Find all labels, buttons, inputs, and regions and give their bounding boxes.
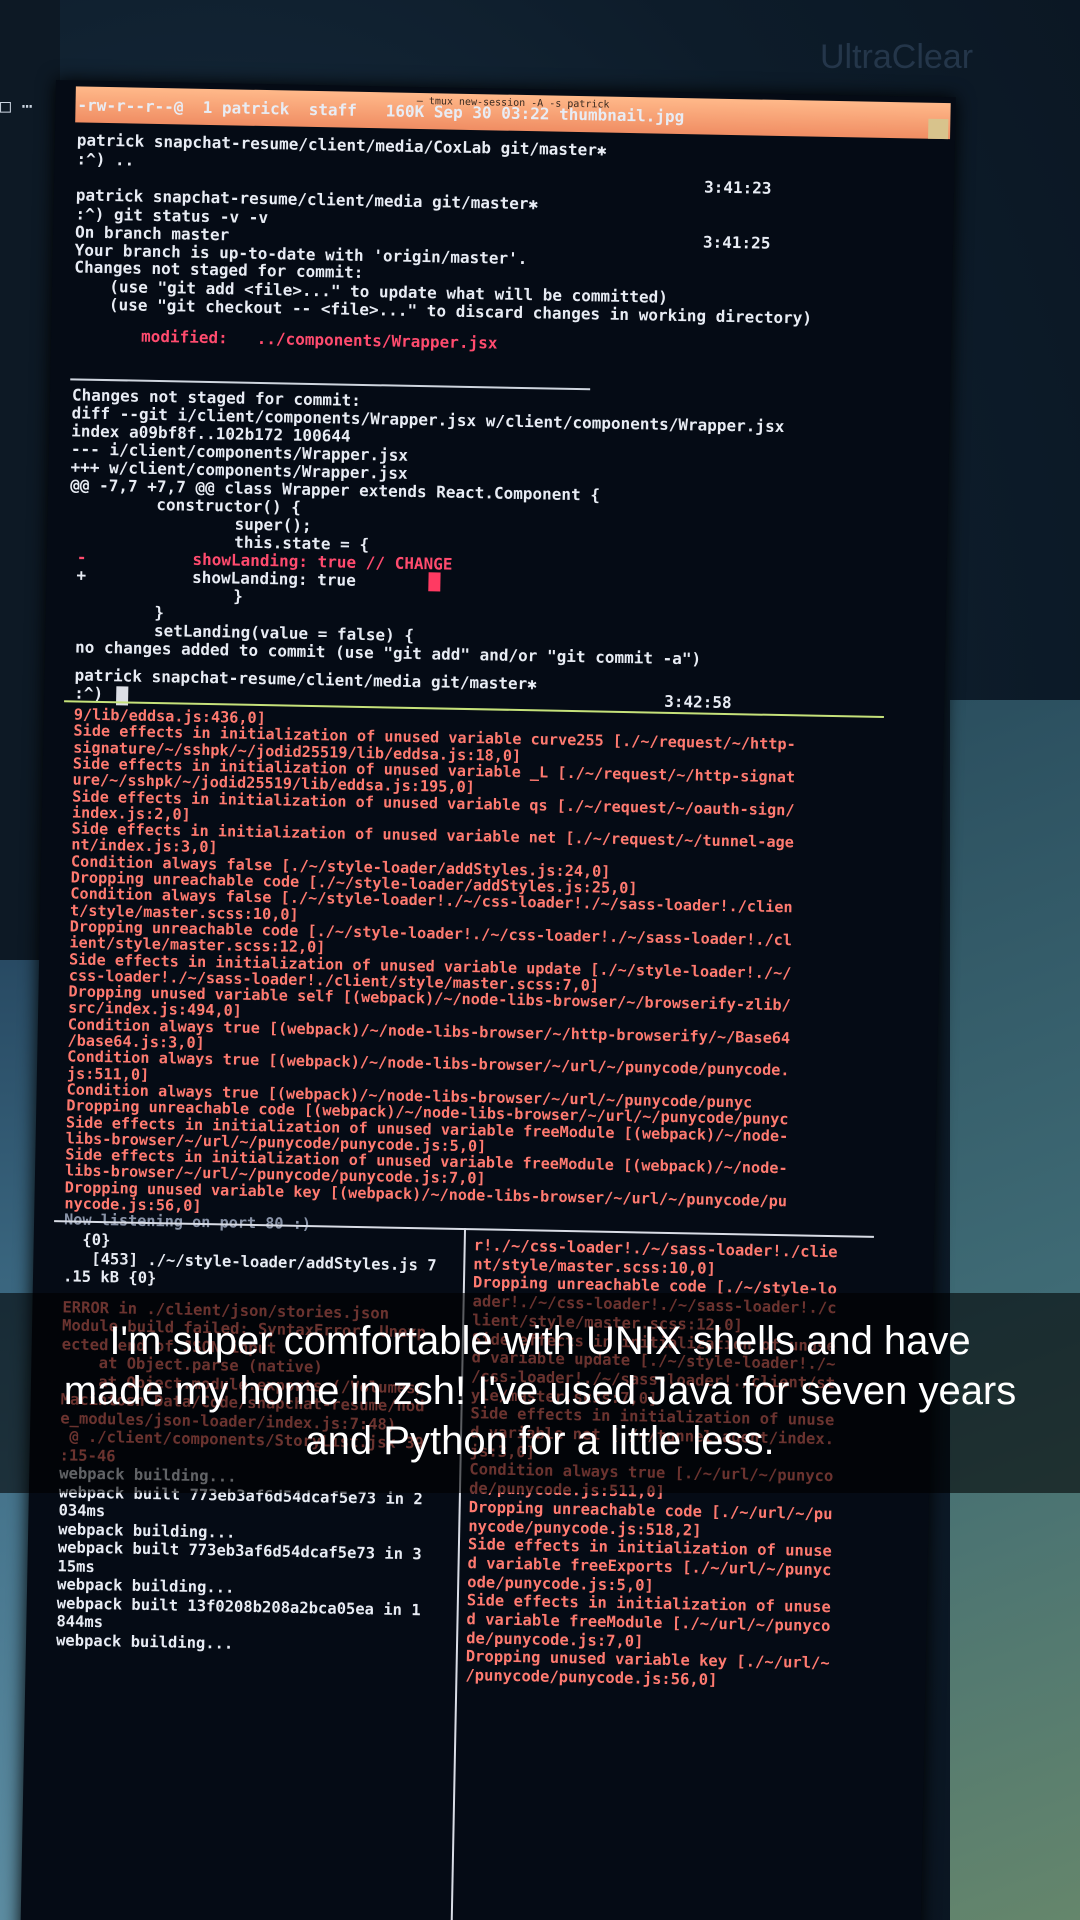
snapchat-caption-bar: I'm super comfortable with UNIX shells a… <box>0 1293 1080 1493</box>
caption-line: I'm super comfortable with UNIX shells a… <box>109 1319 971 1363</box>
terminal-line: } <box>155 585 244 606</box>
photo-scene: UltraClear □ ⋯ — tmux new-session -A -s … <box>0 0 1080 1920</box>
terminal-line: 844ms <box>56 1612 104 1632</box>
terminal-line: 3:42:58 <box>664 691 732 713</box>
terminal-line: webpack built 13f0208b208a2bca05ea in 1 <box>56 1593 421 1619</box>
terminal-line: {0} <box>63 1230 111 1250</box>
terminal-line: patrick snapchat-resume/client/media git… <box>74 665 538 694</box>
terminal-line: /punycode/punycode.js:56,0] <box>465 1666 718 1690</box>
terminal-line: modified: ../components/Wrapper.jsx <box>140 326 498 353</box>
text-cursor <box>428 572 441 592</box>
window-resize-icon[interactable] <box>928 118 949 140</box>
terminal-line: .15 kB {0} <box>62 1267 157 1288</box>
terminal-line: patrick snapchat-resume/client/media/Cox… <box>76 130 607 160</box>
terminal-line: 3:41:25 <box>702 232 771 253</box>
caption-line: and Python for a little less. <box>305 1419 775 1463</box>
menu-icons: □ ⋯ <box>0 96 33 117</box>
terminal-line: 15ms <box>57 1556 95 1576</box>
terminal-line: } <box>115 602 165 623</box>
terminal-line: Condition always true [(webpack)/~/node-… <box>67 1047 790 1080</box>
caption-line: made my home in zsh! I've used Java for … <box>63 1369 1017 1413</box>
terminal-window[interactable]: — tmux new-session -A -s patrick -rw-r--… <box>20 80 956 1920</box>
terminal-line: webpack building... <box>55 1630 234 1653</box>
monitor-brand-watermark: UltraClear <box>820 38 974 76</box>
terminal-line: :^) .. <box>76 149 135 170</box>
terminal-line: webpack built 773eb3af6d54dcaf5e73 in 3 <box>57 1538 422 1564</box>
terminal-line: 3:41:23 <box>703 177 772 198</box>
terminal-line: de/punycode.js:7,0] <box>465 1628 644 1651</box>
terminal-line: 034ms <box>58 1501 106 1521</box>
